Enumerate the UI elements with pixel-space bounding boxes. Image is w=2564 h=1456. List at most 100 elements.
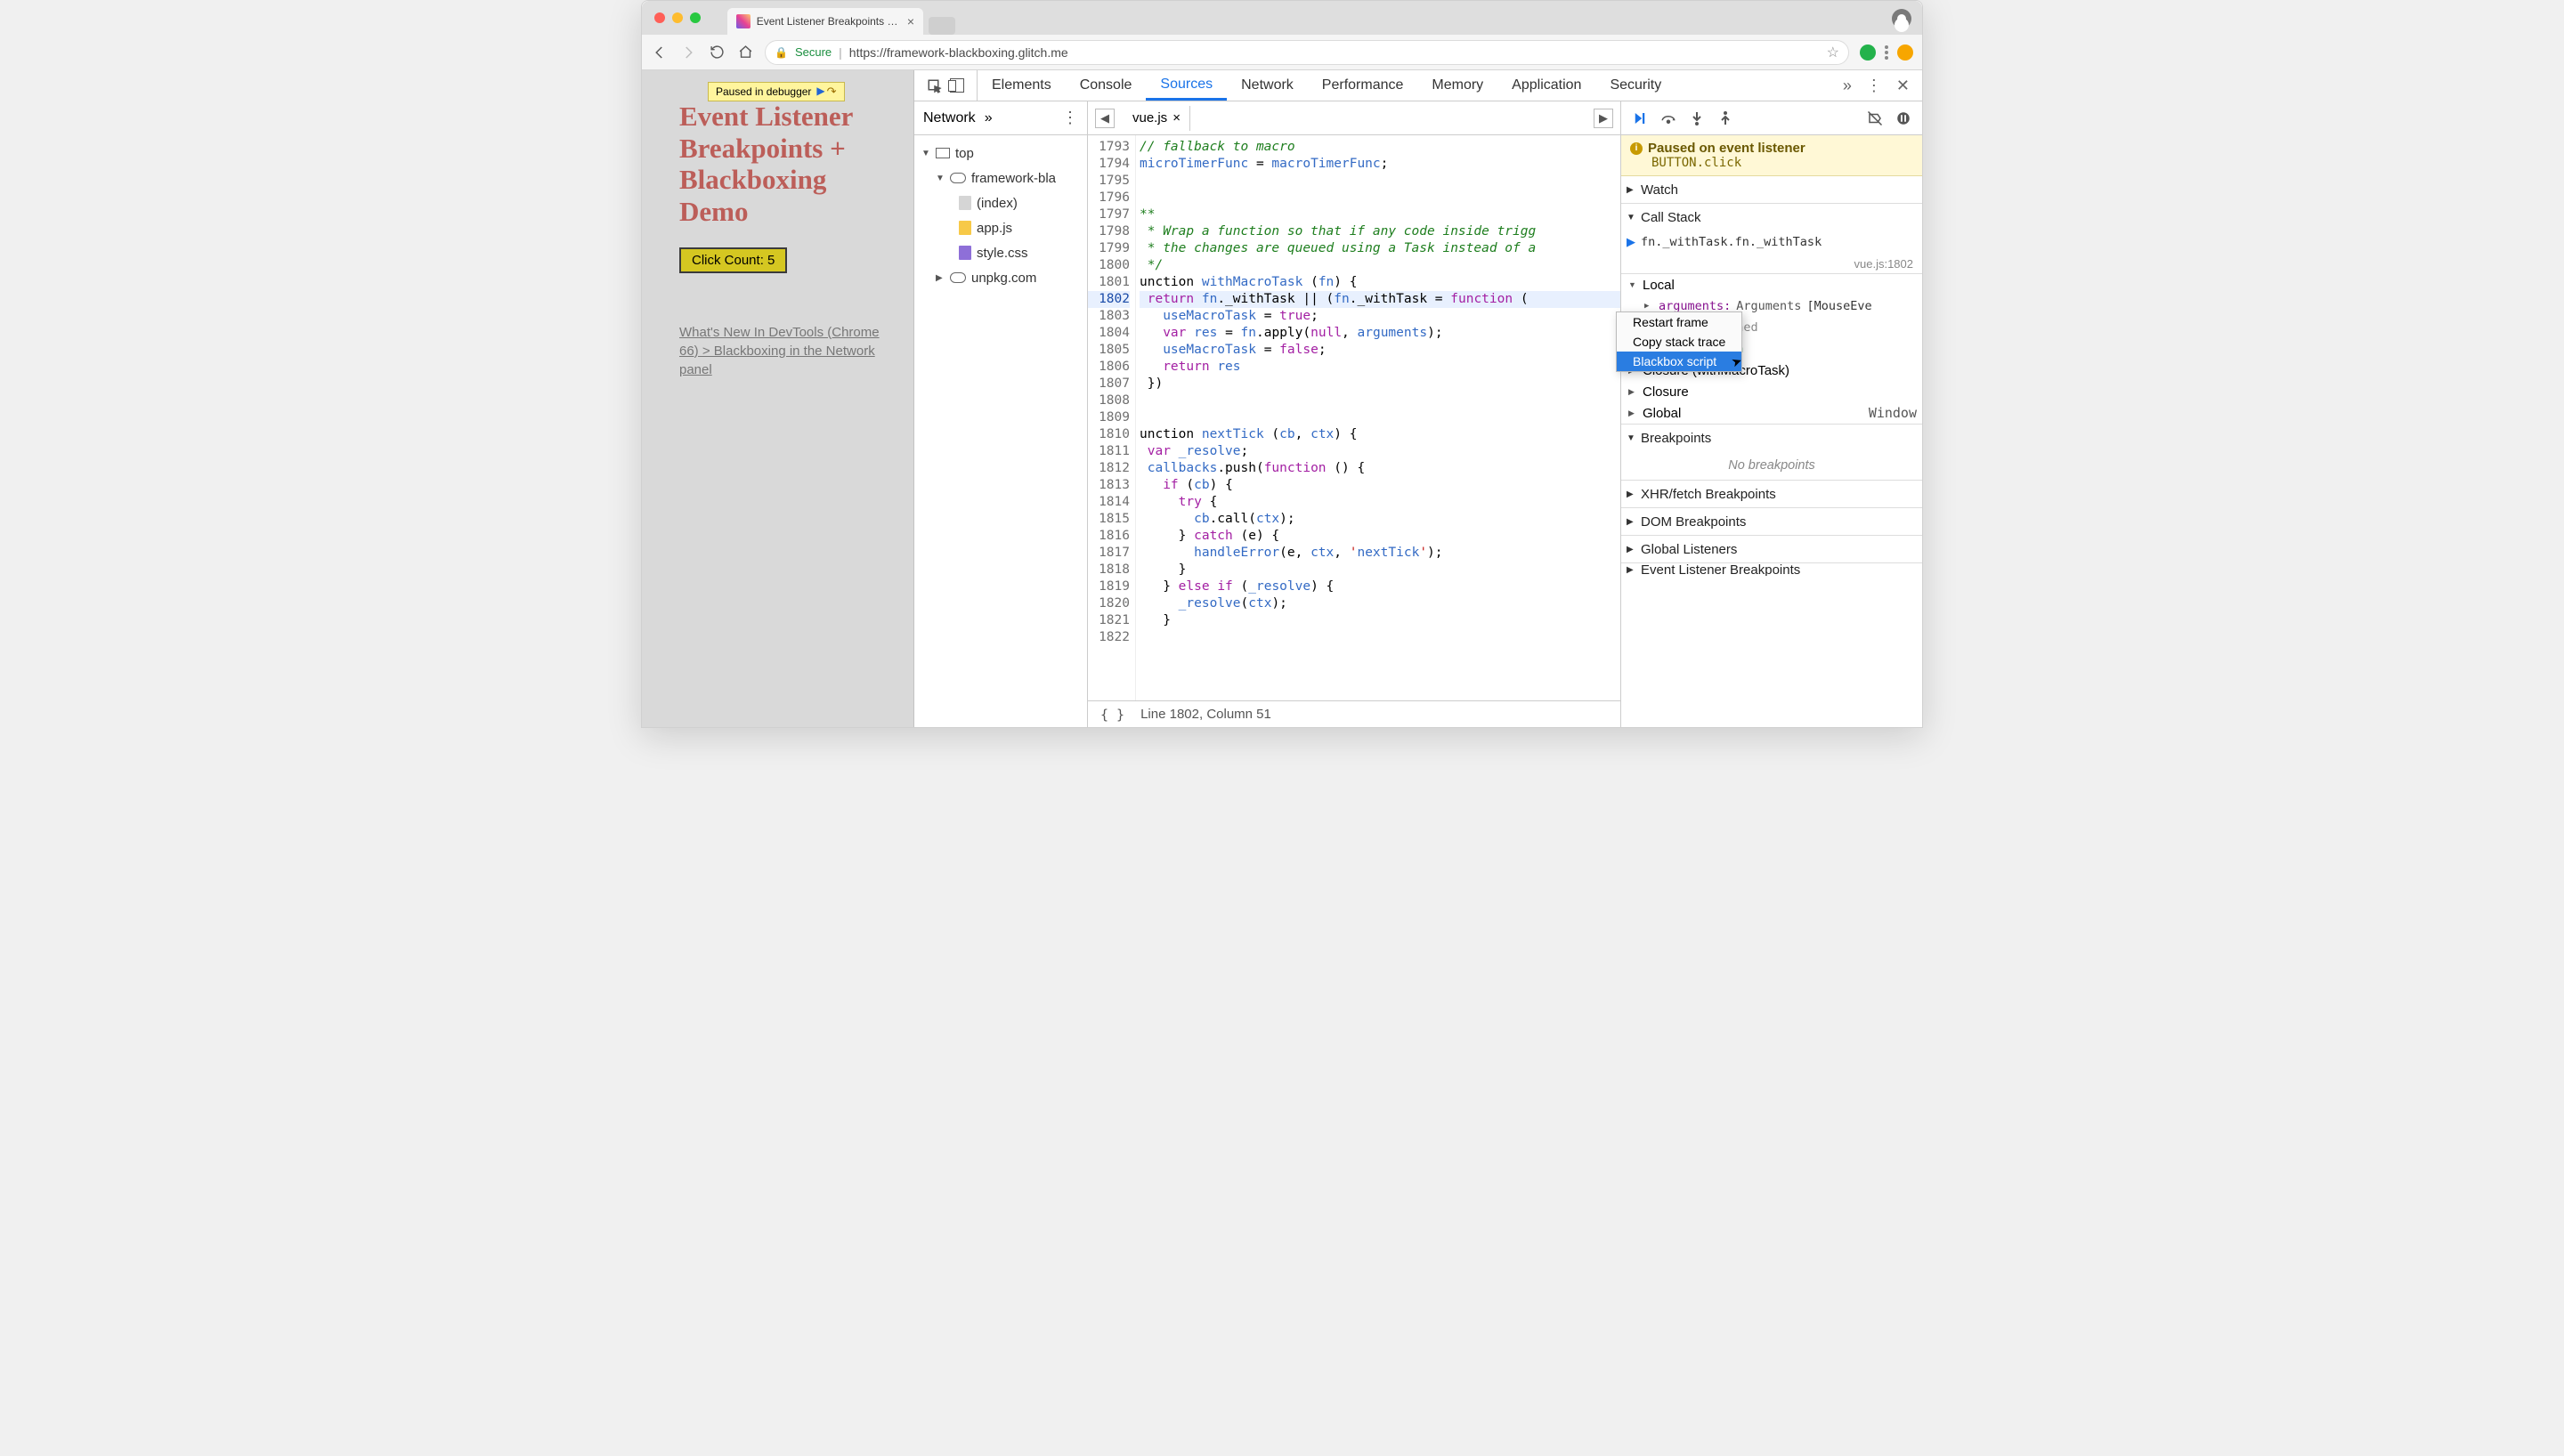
debugger-toolbar <box>1621 101 1922 135</box>
step-over-button[interactable] <box>1660 110 1676 126</box>
tree-origin-ext[interactable]: ▶unpkg.com <box>914 265 1087 290</box>
cursor-position: Line 1802, Column 51 <box>1140 707 1271 722</box>
page-link[interactable]: What's New In DevTools (Chrome 66) > Bla… <box>679 323 901 379</box>
devtools-tab-application[interactable]: Application <box>1497 70 1595 101</box>
ctx-restart-frame[interactable]: Restart frame <box>1617 312 1741 332</box>
reload-button[interactable] <box>708 44 726 61</box>
callstack-section[interactable]: ▼Call Stack <box>1621 204 1922 231</box>
editor-nav-next-icon[interactable]: ▶ <box>1594 109 1613 128</box>
resume-icon[interactable]: ▶ <box>816 85 824 99</box>
devtools-tab-performance[interactable]: Performance <box>1308 70 1418 101</box>
deactivate-breakpoints-button[interactable] <box>1867 110 1883 126</box>
page-viewport: Paused in debugger ▶↷ Event Listener Bre… <box>642 70 914 727</box>
callstack-frame[interactable]: ▶ fn._withTask.fn._withTask <box>1621 231 1922 254</box>
no-breakpoints-label: No breakpoints <box>1621 451 1922 480</box>
js-file-icon <box>959 221 971 235</box>
ctx-blackbox-script[interactable]: Blackbox script <box>1617 352 1741 371</box>
profile-avatar-button[interactable] <box>1892 9 1911 28</box>
maximize-window-button[interactable] <box>690 12 701 23</box>
more-tabs-icon[interactable]: » <box>1843 77 1852 95</box>
url-text: https://framework-blackboxing.glitch.me <box>849 45 1068 60</box>
click-count-button[interactable]: Click Count: 5 <box>679 247 787 273</box>
close-icon[interactable]: × <box>1172 110 1181 125</box>
css-file-icon <box>959 246 971 260</box>
new-tab-button[interactable] <box>929 17 955 35</box>
step-icon[interactable]: ↷ <box>827 85 837 99</box>
forward-button[interactable] <box>679 44 697 61</box>
cloud-icon <box>950 272 966 283</box>
address-bar[interactable]: 🔒 Secure | https://framework-blackboxing… <box>765 40 1849 65</box>
scope-global[interactable]: ▶GlobalWindow <box>1621 402 1922 424</box>
extension-icon[interactable] <box>1860 44 1876 61</box>
editor-status-bar: { } Line 1802, Column 51 <box>1088 700 1620 727</box>
tree-file-style[interactable]: style.css <box>914 240 1087 265</box>
source-editor: ◀ vue.js× ▶ 1793179417951796179717981799… <box>1088 101 1621 727</box>
event-listener-bp-section[interactable]: ▶Event Listener Breakpoints <box>1621 563 1922 576</box>
devtools-tab-memory[interactable]: Memory <box>1417 70 1497 101</box>
home-button[interactable] <box>736 44 754 61</box>
devtools-tab-elements[interactable]: Elements <box>978 70 1066 101</box>
more-icon[interactable]: » <box>985 110 993 126</box>
close-window-button[interactable] <box>654 12 665 23</box>
devtools-tab-sources[interactable]: Sources <box>1146 70 1227 101</box>
global-listeners-section[interactable]: ▶Global Listeners <box>1621 536 1922 562</box>
frame-source-link[interactable]: vue.js:1802 <box>1854 257 1914 271</box>
tree-origin[interactable]: ▼framework-bla <box>914 166 1087 190</box>
line-gutter[interactable]: 1793179417951796179717981799180018011802… <box>1088 135 1136 700</box>
code-content[interactable]: // fallback to macromicroTimerFunc = mac… <box>1136 135 1620 700</box>
info-icon: i <box>1630 142 1643 155</box>
cloud-icon <box>950 173 966 183</box>
toolbar: 🔒 Secure | https://framework-blackboxing… <box>642 35 1922 70</box>
browser-tab[interactable]: Event Listener Breakpoints + B × <box>727 8 923 35</box>
bookmark-star-icon[interactable]: ☆ <box>1827 44 1839 61</box>
tab-close-icon[interactable]: × <box>907 14 914 28</box>
sources-navigator: Network » ⋮ ▼top ▼framework-bla (index) … <box>914 101 1088 727</box>
watch-section[interactable]: ▶Watch <box>1621 176 1922 203</box>
tree-file-index[interactable]: (index) <box>914 190 1087 215</box>
scope-closure-2[interactable]: ▶Closure <box>1621 381 1922 402</box>
favicon-icon <box>736 14 751 28</box>
pause-banner-detail: BUTTON.click <box>1630 156 1913 170</box>
lock-icon: 🔒 <box>775 46 788 59</box>
paused-in-debugger-chip: Paused in debugger ▶↷ <box>708 82 845 101</box>
current-frame-icon: ▶ <box>1627 235 1635 249</box>
navigator-tab[interactable]: Network <box>923 110 976 126</box>
devtools-tab-security[interactable]: Security <box>1595 70 1676 101</box>
minimize-window-button[interactable] <box>672 12 683 23</box>
tree-file-app[interactable]: app.js <box>914 215 1087 240</box>
device-toggle-icon[interactable] <box>950 78 964 93</box>
editor-nav-prev-icon[interactable]: ◀ <box>1095 109 1115 128</box>
dom-breakpoints-section[interactable]: ▶DOM Breakpoints <box>1621 508 1922 535</box>
frame-icon <box>936 148 950 158</box>
xhr-breakpoints-section[interactable]: ▶XHR/fetch Breakpoints <box>1621 481 1922 507</box>
devtools: ElementsConsoleSourcesNetworkPerformance… <box>914 70 1922 727</box>
overflow-menu-icon[interactable] <box>1885 51 1888 54</box>
debugger-pane: iPaused on event listener BUTTON.click ▶… <box>1621 101 1922 727</box>
extension-alert-icon[interactable] <box>1897 44 1913 61</box>
step-out-button[interactable] <box>1717 110 1733 126</box>
file-icon <box>959 196 971 210</box>
extensions <box>1860 44 1913 61</box>
devtools-tab-console[interactable]: Console <box>1066 70 1147 101</box>
pause-exceptions-button[interactable] <box>1895 110 1911 126</box>
devtools-tab-network[interactable]: Network <box>1227 70 1308 101</box>
pretty-print-icon[interactable]: { } <box>1100 707 1124 723</box>
secure-label: Secure <box>795 45 832 59</box>
scope-local[interactable]: ▼Local <box>1621 274 1922 295</box>
window-titlebar: Event Listener Breakpoints + B × <box>642 1 1922 35</box>
devtools-tab-bar: ElementsConsoleSourcesNetworkPerformance… <box>914 70 1922 101</box>
devtools-menu-icon[interactable]: ⋮ <box>1866 77 1882 95</box>
breakpoints-section[interactable]: ▼Breakpoints <box>1621 425 1922 451</box>
editor-file-tab[interactable]: vue.js× <box>1124 106 1190 131</box>
inspect-element-icon[interactable] <box>927 78 941 93</box>
paused-label: Paused in debugger <box>716 85 811 98</box>
context-menu: Restart frame Copy stack trace Blackbox … <box>1616 311 1742 372</box>
navigator-menu-icon[interactable]: ⋮ <box>1062 109 1078 127</box>
ctx-copy-stack-trace[interactable]: Copy stack trace <box>1617 332 1741 352</box>
tree-root[interactable]: ▼top <box>914 141 1087 166</box>
tab-title: Event Listener Breakpoints + B <box>757 15 901 28</box>
devtools-close-icon[interactable]: ✕ <box>1896 77 1910 95</box>
step-into-button[interactable] <box>1689 110 1705 126</box>
resume-button[interactable] <box>1632 110 1648 126</box>
back-button[interactable] <box>651 44 669 61</box>
